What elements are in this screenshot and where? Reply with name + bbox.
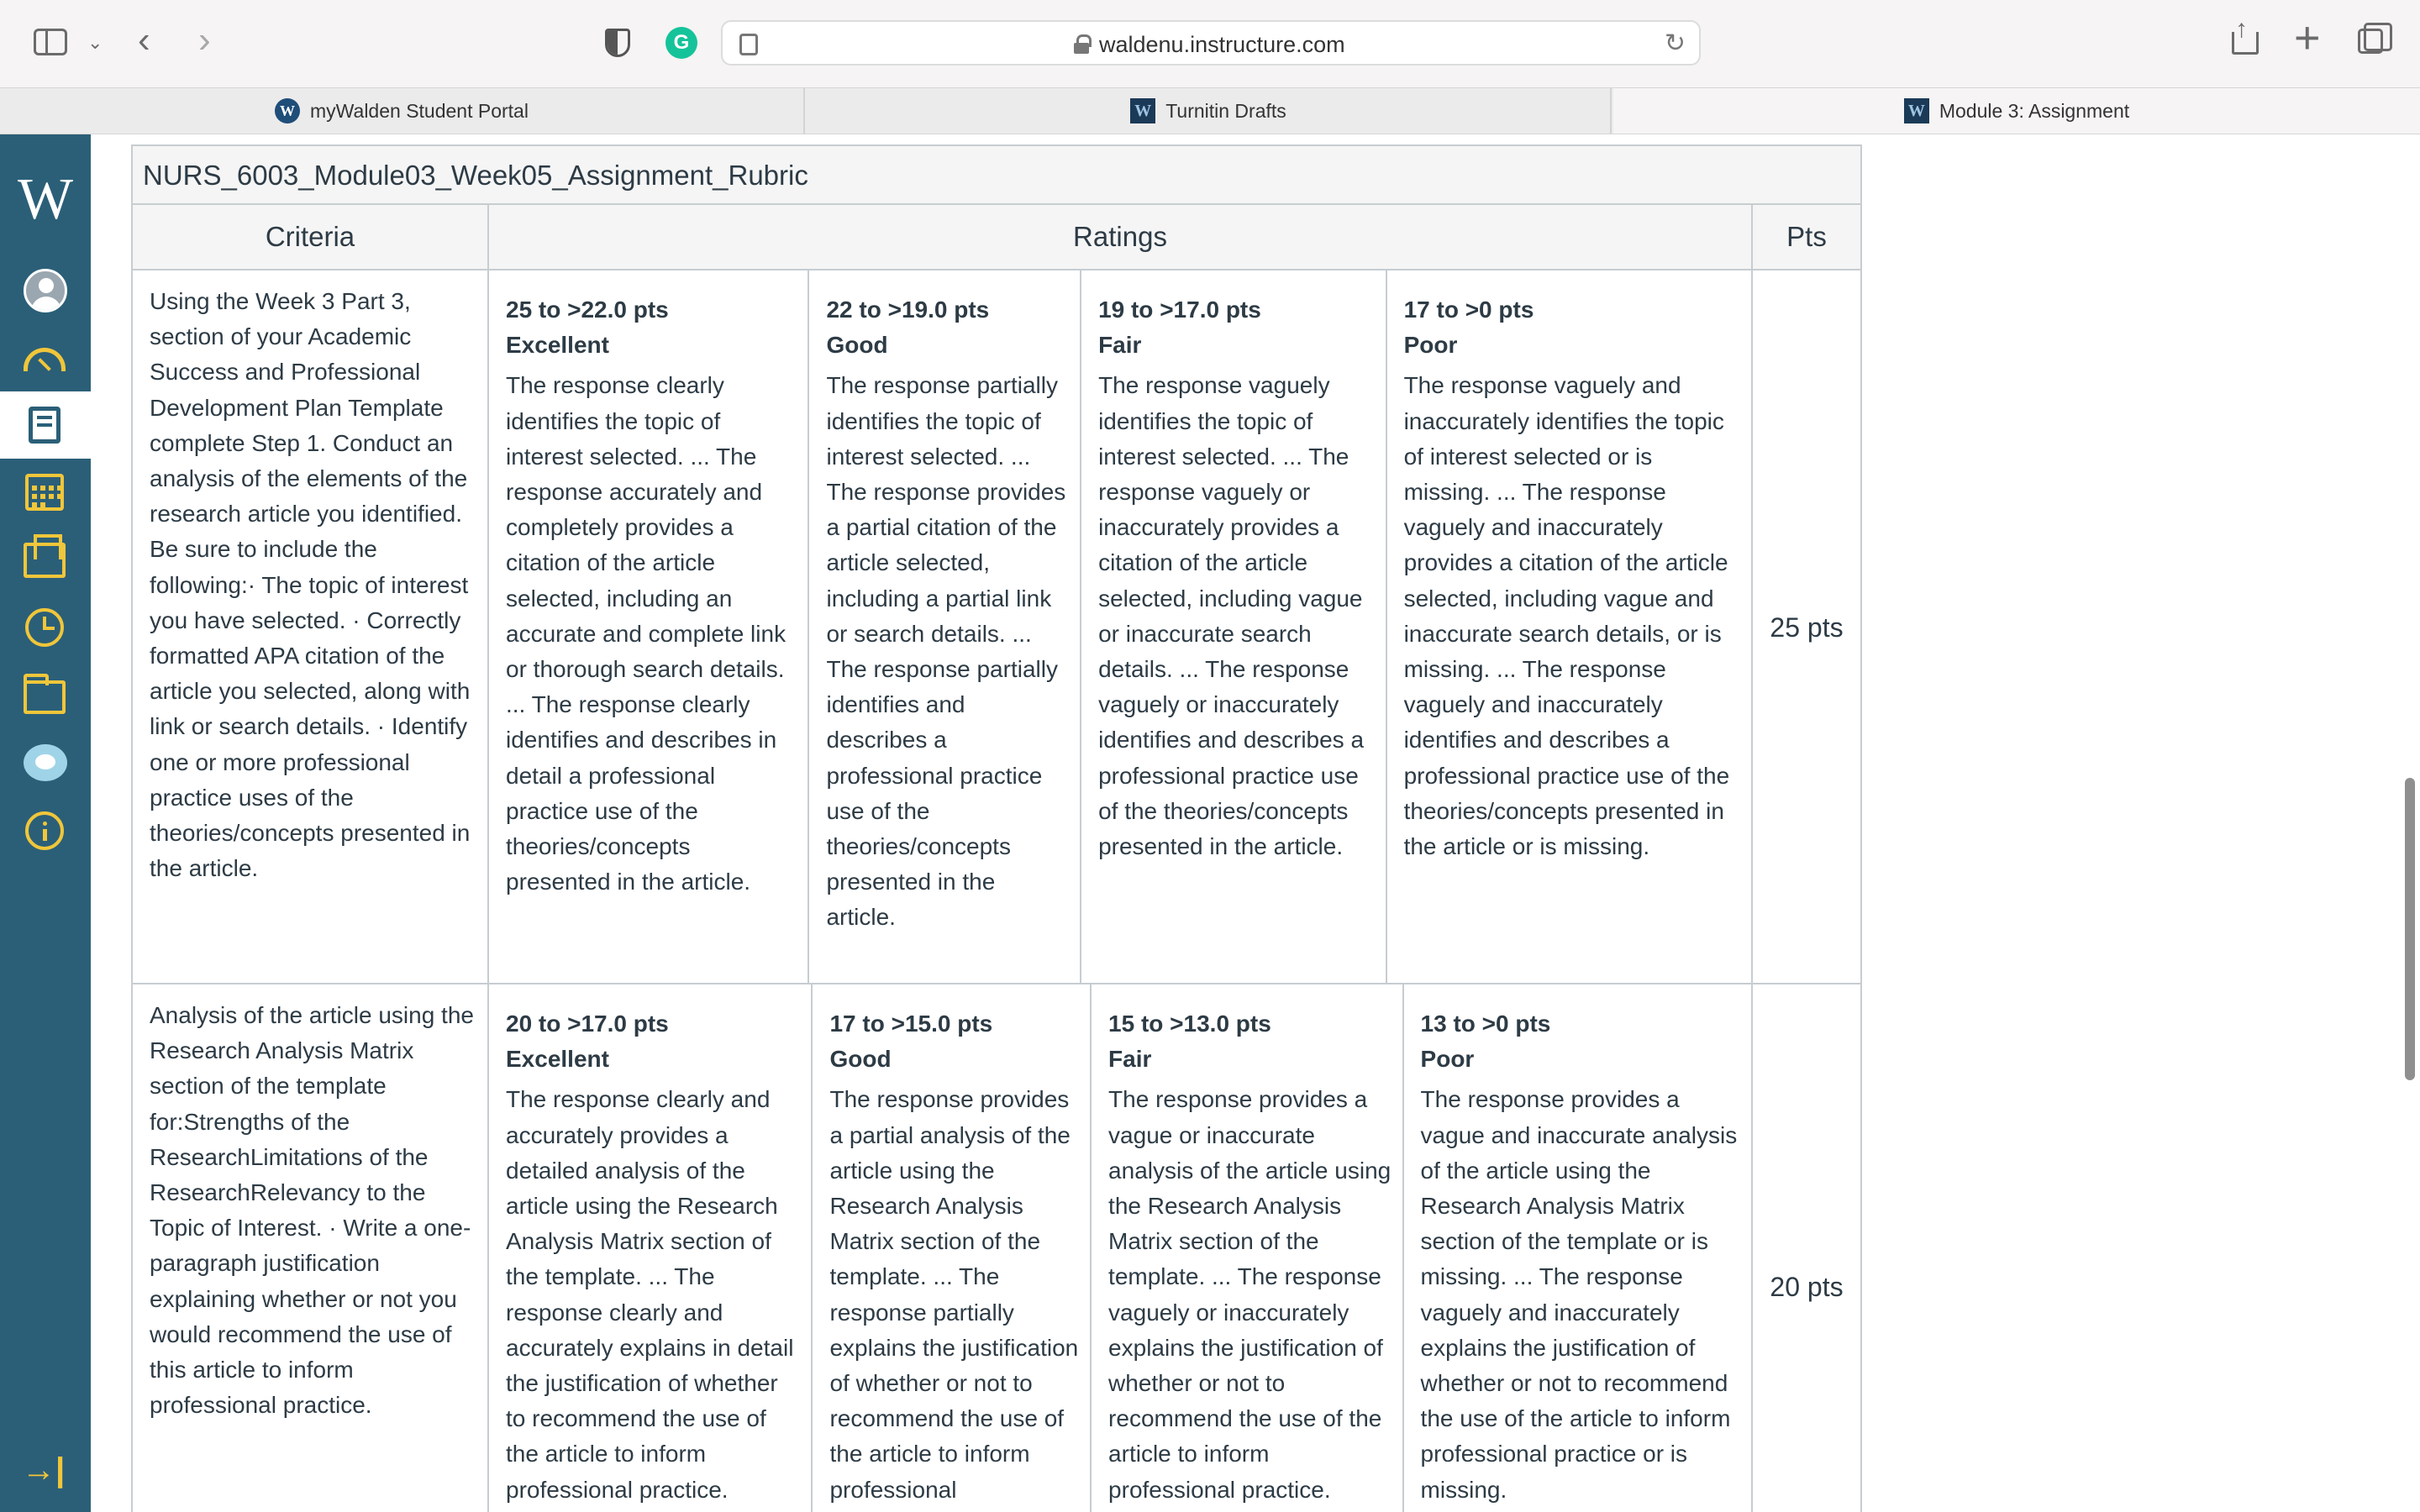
rating-name: Good: [829, 1046, 892, 1073]
tab-label: myWalden Student Portal: [310, 99, 529, 122]
rating-points: 13 to >0 pts: [1420, 1011, 1551, 1037]
criteria-header: Criteria: [133, 205, 489, 269]
ratings-cell: 20 to >17.0 pts Excellent The response c…: [489, 984, 1753, 1512]
rating-points: 15 to >13.0 pts: [1108, 1011, 1271, 1037]
rating-excellent: 25 to >22.0 pts Excellent The response c…: [489, 270, 810, 983]
rubric-title: NURS_6003_Module03_Week05_Assignment_Rub…: [133, 146, 1860, 205]
nav-history[interactable]: [0, 593, 91, 660]
reload-icon[interactable]: ↻: [1665, 29, 1686, 58]
nav-inbox[interactable]: [0, 528, 91, 595]
rating-points: 19 to >17.0 pts: [1098, 297, 1261, 323]
rating-description: The response partially identifies the to…: [826, 372, 1066, 931]
rating-description: The response clearly and accurately prov…: [506, 1086, 794, 1503]
walden-favicon-icon: W: [275, 98, 301, 123]
rating-points: 20 to >17.0 pts: [506, 1011, 669, 1037]
grammarly-icon[interactable]: G: [666, 27, 697, 59]
rating-description: The response vaguely identifies the topi…: [1098, 372, 1365, 860]
tab-module3[interactable]: W Module 3: Assignment: [1613, 88, 2420, 134]
walden-favicon-icon: W: [1903, 98, 1929, 123]
tab-overview-icon[interactable]: [2358, 23, 2392, 54]
rubric-table: NURS_6003_Module03_Week05_Assignment_Rub…: [131, 144, 1862, 1512]
rating-good: 17 to >15.0 pts Good The response provid…: [813, 984, 1092, 1512]
history-icon: [25, 608, 64, 647]
rating-poor: 17 to >0 pts Poor The response vaguely a…: [1387, 270, 1751, 983]
account-icon: [24, 269, 67, 312]
chat-icon: [24, 744, 67, 781]
rating-name: Excellent: [506, 332, 609, 359]
rubric-row: Analysis of the article using the Resear…: [133, 984, 1860, 1512]
nav-help[interactable]: [0, 796, 91, 864]
forward-arrow-icon[interactable]: ›: [198, 22, 211, 59]
rating-name: Excellent: [506, 1046, 609, 1073]
rating-description: The response clearly identifies the topi…: [506, 372, 786, 895]
rating-points: 17 to >15.0 pts: [829, 1011, 993, 1037]
tab-label: Module 3: Assignment: [1939, 99, 2130, 122]
rating-description: The response provides a vague and inaccu…: [1420, 1086, 1738, 1503]
collapse-nav-icon[interactable]: →|: [22, 1452, 65, 1489]
tab-bar: W myWalden Student Portal W Turnitin Dra…: [0, 87, 2420, 134]
new-tab-icon[interactable]: +: [2294, 15, 2321, 60]
dashboard-icon: [24, 348, 66, 371]
share-icon[interactable]: [2232, 15, 2259, 55]
rating-poor: 13 to >0 pts Poor The response provides …: [1404, 984, 1751, 1512]
nav-account[interactable]: [0, 257, 91, 324]
nav-chat[interactable]: [0, 729, 91, 796]
nav-dashboard[interactable]: [0, 324, 91, 391]
rating-name: Fair: [1108, 1046, 1152, 1073]
tab-label: Turnitin Drafts: [1165, 99, 1286, 122]
chevron-down-icon[interactable]: ⌄: [87, 32, 103, 54]
privacy-shield-icon[interactable]: [605, 29, 630, 57]
nav-courses[interactable]: [0, 391, 91, 459]
ratings-cell: 25 to >22.0 pts Excellent The response c…: [489, 270, 1753, 983]
criterion-description: Using the Week 3 Part 3, section of your…: [133, 270, 489, 983]
criterion-points: 20 pts: [1770, 1272, 1844, 1302]
page-icon[interactable]: [739, 34, 758, 55]
rating-excellent: 20 to >17.0 pts Excellent The response c…: [489, 984, 813, 1512]
criterion-description: Analysis of the article using the Resear…: [133, 984, 489, 1512]
walden-favicon-icon: W: [1130, 98, 1156, 123]
inbox-icon: [24, 534, 66, 578]
courses-icon: [29, 407, 60, 444]
rating-fair: 15 to >13.0 pts Fair The response provid…: [1092, 984, 1404, 1512]
criterion-points: 25 pts: [1770, 612, 1844, 643]
browser-toolbar: ⌄ ‹ › G waldenu.instructure.com ↻ +: [0, 0, 2420, 87]
help-icon: [25, 811, 64, 850]
address-bar[interactable]: waldenu.instructure.com ↻: [721, 20, 1701, 66]
ratings-header: Ratings: [489, 205, 1753, 269]
page-scrollbar[interactable]: [2405, 778, 2415, 1080]
walden-logo[interactable]: W: [0, 166, 91, 234]
global-nav: W →|: [0, 134, 91, 1512]
rubric-header-row: Criteria Ratings Pts: [133, 205, 1860, 270]
url-text[interactable]: waldenu.instructure.com: [1099, 32, 1345, 58]
back-arrow-icon[interactable]: ‹: [138, 22, 150, 59]
rating-points: 22 to >19.0 pts: [826, 297, 990, 323]
rating-name: Fair: [1098, 332, 1142, 359]
calendar-icon: [25, 474, 64, 511]
rating-name: Good: [826, 332, 888, 359]
rating-fair: 19 to >17.0 pts Fair The response vaguel…: [1081, 270, 1387, 983]
rating-points: 25 to >22.0 pts: [506, 297, 669, 323]
rating-points: 17 to >0 pts: [1403, 297, 1534, 323]
rating-description: The response provides a vague or inaccur…: [1108, 1086, 1392, 1503]
lock-icon: [1074, 34, 1092, 54]
files-icon: [24, 674, 66, 714]
rating-description: The response vaguely and inaccurately id…: [1403, 372, 1730, 860]
nav-calendar[interactable]: [0, 459, 91, 526]
sidebar-toggle-icon[interactable]: [34, 29, 67, 55]
nav-files[interactable]: [0, 660, 91, 727]
rating-name: Poor: [1403, 332, 1458, 359]
tab-mywalden[interactable]: W myWalden Student Portal: [0, 88, 805, 134]
rating-description: The response provides a partial analysis…: [829, 1086, 1079, 1503]
rubric-row: Using the Week 3 Part 3, section of your…: [133, 270, 1860, 984]
rating-good: 22 to >19.0 pts Good The response partia…: [809, 270, 1082, 983]
tab-turnitin[interactable]: W Turnitin Drafts: [807, 88, 1612, 134]
pts-header: Pts: [1786, 221, 1827, 252]
rating-name: Poor: [1420, 1046, 1475, 1073]
